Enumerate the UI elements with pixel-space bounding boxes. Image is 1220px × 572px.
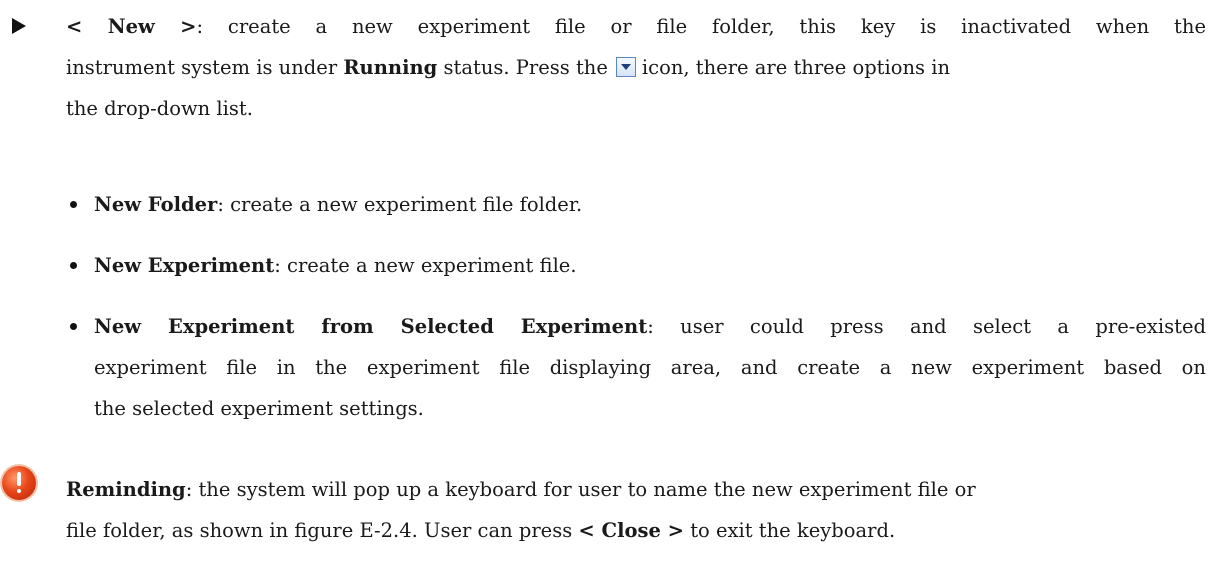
running-status-label: Running (343, 56, 438, 79)
new-from-selected-line3: the selected experiment settings. (94, 388, 1206, 429)
main-line2-text-b: status. Press the (437, 56, 608, 79)
dot-bullet-icon (70, 323, 77, 330)
reminder-desc-1: : the system will pop up a keyboard for … (185, 478, 976, 501)
new-experiment-text: New Experiment: create a new experiment … (94, 245, 1206, 286)
new-key-desc-line1: : create a new experiment file or file f… (196, 15, 1206, 38)
new-from-selected-line2: experiment file in the experiment file d… (94, 347, 1206, 388)
main-line3-text: the drop-down list. (66, 97, 253, 120)
dot-bullet-icon (70, 262, 77, 269)
document-page: < New >: create a new experiment file or… (0, 0, 1220, 572)
new-folder-desc: : create a new experiment file folder. (217, 193, 583, 216)
new-folder-title: New Folder (94, 193, 218, 216)
reminder-desc-2a: file folder, as shown in figure E-2.4. U… (66, 519, 579, 542)
main-line2-text-c: icon, there are three options in (641, 56, 951, 79)
main-line-3: the drop-down list. (66, 88, 1206, 129)
main-line2-text-a: instrument system is under (66, 56, 344, 79)
new-from-selected-desc-3: the selected experiment settings. (94, 397, 424, 420)
reminder-desc-2b: to exit the keyboard. (684, 519, 896, 542)
new-from-selected-desc-2: experiment file in the experiment file d… (94, 356, 1206, 379)
warning-exclamation-icon (2, 466, 36, 500)
close-key-label: < Close > (578, 519, 684, 542)
dropdown-arrow-icon (615, 57, 636, 77)
new-from-selected-desc-1: : user could press and select a pre-exis… (647, 315, 1206, 338)
new-key-label: < New > (66, 15, 197, 38)
reminder-line-1: Reminding: the system will pop up a keyb… (66, 469, 1206, 510)
new-from-selected-title: New Experiment from Selected Experiment (94, 315, 648, 338)
new-experiment-desc: : create a new experiment file. (274, 254, 577, 277)
reminder-line-2: file folder, as shown in figure E-2.4. U… (66, 510, 1206, 551)
new-folder-text: New Folder: create a new experiment file… (94, 184, 1206, 225)
new-experiment-title: New Experiment (94, 254, 275, 277)
main-line-1: < New >: create a new experiment file or… (66, 6, 1206, 47)
main-line-2: instrument system is under Running statu… (66, 47, 1206, 88)
reminder-title: Reminding (66, 478, 186, 501)
dot-bullet-icon (70, 201, 77, 208)
new-from-selected-line1: New Experiment from Selected Experiment:… (94, 306, 1206, 347)
triangle-bullet-icon (12, 18, 26, 34)
